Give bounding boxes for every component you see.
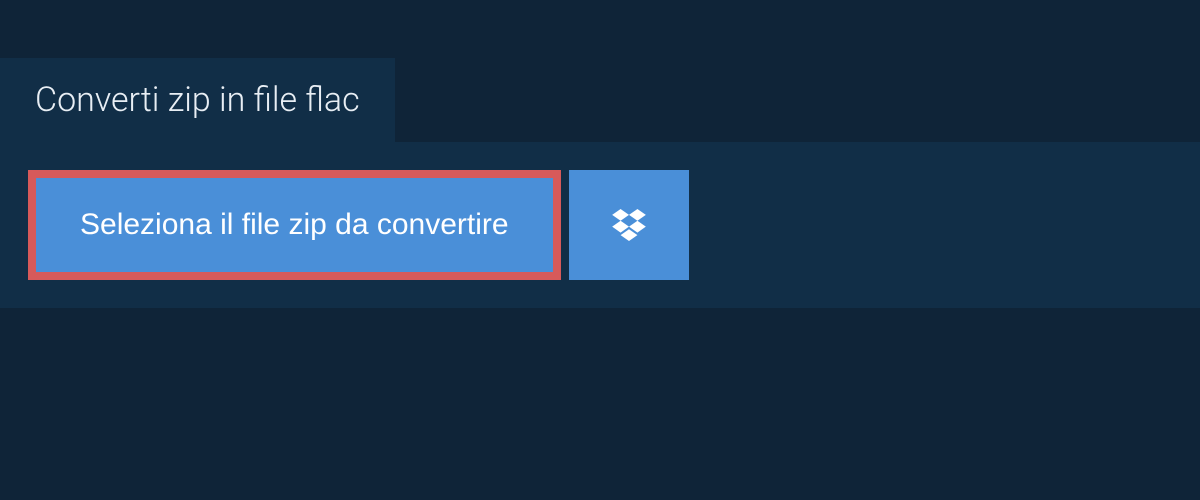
tab-convert[interactable]: Converti zip in file flac	[0, 58, 395, 142]
dropbox-icon	[612, 209, 646, 241]
button-row: Seleziona il file zip da convertire	[28, 170, 1172, 280]
select-file-button[interactable]: Seleziona il file zip da convertire	[28, 170, 561, 280]
tab-label: Converti zip in file flac	[35, 80, 360, 120]
dropbox-button[interactable]	[569, 170, 689, 280]
select-file-label: Seleziona il file zip da convertire	[80, 208, 509, 242]
convert-panel: Seleziona il file zip da convertire	[0, 142, 1200, 308]
